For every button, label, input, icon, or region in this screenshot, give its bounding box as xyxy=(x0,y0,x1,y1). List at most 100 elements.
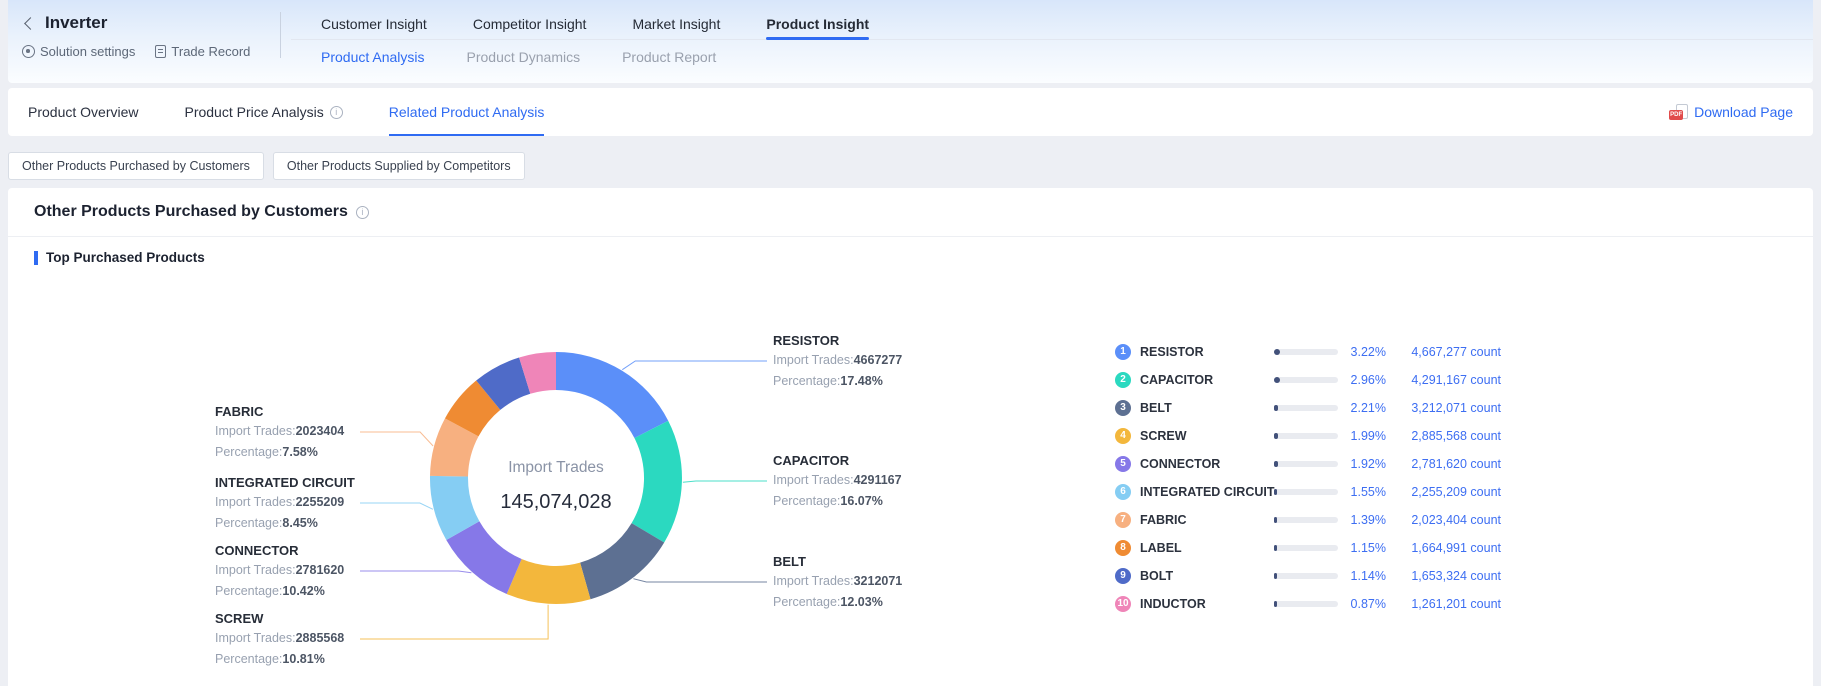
legend-count: 3,212,071 count xyxy=(1386,401,1501,415)
tab-competitor-insight[interactable]: Competitor Insight xyxy=(473,11,587,39)
legend-progress-bar xyxy=(1274,405,1338,411)
legend-count: 1,261,201 count xyxy=(1386,597,1501,611)
subtab-product-analysis[interactable]: Product Analysis xyxy=(321,49,425,65)
chart-legend: 1RESISTOR3.22%4,667,277 count2CAPACITOR2… xyxy=(1115,338,1501,618)
filter-button-other-products-supplied-by-competitors[interactable]: Other Products Supplied by Competitors xyxy=(273,152,525,180)
legend-name: RESISTOR xyxy=(1140,345,1274,359)
legend-name: FABRIC xyxy=(1140,513,1274,527)
callout-import-trades: Import Trades:4667277 xyxy=(773,350,902,371)
callout-name: RESISTOR xyxy=(773,332,902,350)
legend-share-percent: 1.92% xyxy=(1338,457,1386,471)
donut-center-label: Import Trades xyxy=(508,459,604,476)
legend-row-bolt[interactable]: 9BOLT1.14%1,653,324 count xyxy=(1115,562,1501,590)
callout-name: BELT xyxy=(773,553,902,571)
legend-share-percent: 1.14% xyxy=(1338,569,1386,583)
header: Inverter Solution settings Trade Record C… xyxy=(8,0,1813,83)
rank-badge: 8 xyxy=(1115,540,1131,556)
legend-progress-bar xyxy=(1274,545,1338,551)
legend-row-connector[interactable]: 5CONNECTOR1.92%2,781,620 count xyxy=(1115,450,1501,478)
subtab-product-report[interactable]: Product Report xyxy=(622,49,716,65)
callout-import-trades: Import Trades:2255209 xyxy=(215,492,355,513)
callout-name: CAPACITOR xyxy=(773,452,902,470)
tab-customer-insight[interactable]: Customer Insight xyxy=(321,11,427,39)
page-title: Inverter xyxy=(45,13,107,33)
legend-row-capacitor[interactable]: 2CAPACITOR2.96%4,291,167 count xyxy=(1115,366,1501,394)
callout-percentage: Percentage:17.48% xyxy=(773,371,902,392)
legend-name: LABEL xyxy=(1140,541,1274,555)
legend-name: INTEGRATED CIRCUIT xyxy=(1140,485,1274,499)
nav-tab-related-product-analysis[interactable]: Related Product Analysis xyxy=(389,88,545,136)
leader-line-resistor xyxy=(622,361,767,370)
callout-name: SCREW xyxy=(215,610,344,628)
legend-row-fabric[interactable]: 7 FABRIC 1.39%2,023,404 count xyxy=(1115,506,1501,534)
donut-segment-capacitor[interactable] xyxy=(632,421,682,543)
callout-import-trades: Import Trades:4291167 xyxy=(773,470,902,491)
tab-row: Customer Insight Competitor Insight Market… xyxy=(291,11,1813,40)
legend-count: 1,664,991 count xyxy=(1386,541,1501,555)
legend-share-percent: 3.22% xyxy=(1338,345,1386,359)
legend-progress-bar xyxy=(1274,377,1338,383)
header-divider xyxy=(280,12,281,58)
trade-record-icon xyxy=(155,45,166,58)
legend-share-percent: 1.39% xyxy=(1338,513,1386,527)
leader-line-integrated-circuit xyxy=(360,503,433,509)
legend-progress-bar xyxy=(1274,517,1338,523)
legend-row-label[interactable]: 8LABEL1.15%1,664,991 count xyxy=(1115,534,1501,562)
legend-name: BOLT xyxy=(1140,569,1274,583)
subtitle-accent-bar xyxy=(34,251,38,265)
legend-row-screw[interactable]: 4SCREW1.99%2,885,568 count xyxy=(1115,422,1501,450)
rank-badge: 2 xyxy=(1115,372,1131,388)
legend-progress-bar xyxy=(1274,601,1338,607)
back-icon[interactable] xyxy=(24,17,37,30)
tab-product-insight[interactable]: Product Insight xyxy=(766,11,869,39)
callout-integrated-circuit: INTEGRATED CIRCUITImport Trades:2255209P… xyxy=(215,474,355,534)
legend-name: SCREW xyxy=(1140,429,1274,443)
legend-name: INDUCTOR xyxy=(1140,597,1274,611)
legend-row-belt[interactable]: 3BELT2.21%3,212,071 count xyxy=(1115,394,1501,422)
rank-badge: 6 xyxy=(1115,484,1131,500)
subtitle-row: Top Purchased Products xyxy=(34,250,1813,265)
callout-screw: SCREWImport Trades:2885568Percentage:10.… xyxy=(215,610,344,670)
donut-segment-screw[interactable] xyxy=(507,559,591,604)
legend-row-inductor[interactable]: 10INDUCTOR0.87%1,261,201 count xyxy=(1115,590,1501,618)
legend-row-resistor[interactable]: 1RESISTOR3.22%4,667,277 count xyxy=(1115,338,1501,366)
download-page-button[interactable]: PDF Download Page xyxy=(1669,104,1793,121)
subtab-product-dynamics[interactable]: Product Dynamics xyxy=(467,49,581,65)
legend-count: 2,885,568 count xyxy=(1386,429,1501,443)
settings-icon xyxy=(22,45,35,58)
legend-share-percent: 2.21% xyxy=(1338,401,1386,415)
header-left: Inverter Solution settings Trade Record xyxy=(8,0,280,83)
donut-segment-resistor[interactable] xyxy=(556,352,668,438)
action-solution-settings[interactable]: Solution settings xyxy=(22,44,135,59)
info-icon[interactable]: i xyxy=(330,106,343,119)
nav-tab-product-overview[interactable]: Product Overview xyxy=(28,88,138,136)
rank-badge: 7 xyxy=(1115,512,1131,528)
legend-count: 2,023,404 count xyxy=(1386,513,1501,527)
legend-progress-bar xyxy=(1274,461,1338,467)
nav-tab-label: Product Price Analysis xyxy=(184,104,323,120)
callout-percentage: Percentage:10.42% xyxy=(215,581,344,602)
header-actions: Solution settings Trade Record xyxy=(22,44,280,59)
legend-count: 4,667,277 count xyxy=(1386,345,1501,359)
legend-share-percent: 1.99% xyxy=(1338,429,1386,443)
info-icon[interactable]: i xyxy=(356,206,369,219)
legend-progress-bar xyxy=(1274,489,1338,495)
filter-button-other-products-purchased-by-customers[interactable]: Other Products Purchased by Customers xyxy=(8,152,264,180)
tab-market-insight[interactable]: Market Insight xyxy=(632,11,720,39)
legend-share-percent: 1.55% xyxy=(1338,485,1386,499)
nav-tab-product-price-analysis[interactable]: Product Price Analysis i xyxy=(184,88,342,136)
nav-tab-label: Related Product Analysis xyxy=(389,104,545,120)
callout-percentage: Percentage:16.07% xyxy=(773,491,902,512)
legend-row-integrated-circuit[interactable]: 6INTEGRATED CIRCUIT1.55%2,255,209 count xyxy=(1115,478,1501,506)
main-card: Other Products Purchased by Customers i … xyxy=(8,188,1813,686)
rank-badge: 5 xyxy=(1115,456,1131,472)
leader-line-fabric xyxy=(360,432,433,446)
action-label: Solution settings xyxy=(40,44,135,59)
action-trade-record[interactable]: Trade Record xyxy=(155,44,250,59)
legend-name: CAPACITOR xyxy=(1140,373,1274,387)
nav-bar: Product Overview Product Price Analysis i R… xyxy=(8,88,1813,136)
chart-area: Import Trades145,074,028 1RESISTOR3.22%4… xyxy=(8,271,1813,686)
legend-share-percent: 2.96% xyxy=(1338,373,1386,387)
callout-belt: BELTImport Trades:3212071Percentage:12.0… xyxy=(773,553,902,613)
callout-import-trades: Import Trades:2023404 xyxy=(215,421,344,442)
